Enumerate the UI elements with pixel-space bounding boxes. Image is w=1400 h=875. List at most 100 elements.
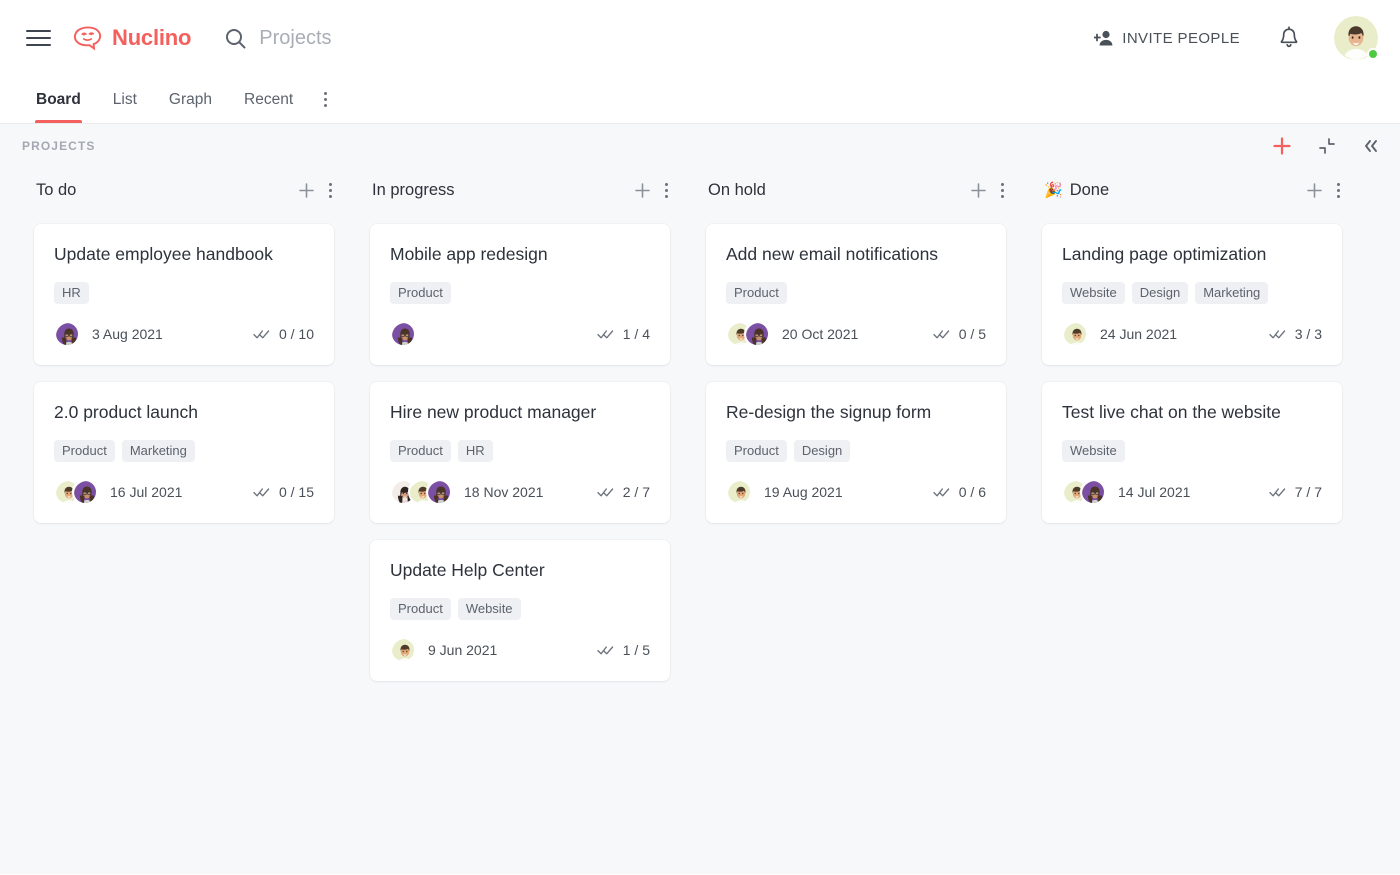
card-tag[interactable]: HR bbox=[54, 282, 89, 304]
assignee-avatar[interactable] bbox=[1080, 479, 1106, 505]
card-tags: Product bbox=[390, 282, 650, 304]
double-check-icon bbox=[933, 328, 950, 340]
column-more-options-icon[interactable] bbox=[665, 183, 668, 198]
card-tag[interactable]: Website bbox=[458, 598, 521, 620]
card-tag[interactable]: Website bbox=[1062, 440, 1125, 462]
board-card[interactable]: Hire new product manager Product HR bbox=[370, 382, 670, 523]
assignee-avatar[interactable] bbox=[72, 479, 98, 505]
card-tag[interactable]: Website bbox=[1062, 282, 1125, 304]
collapse-all-button[interactable] bbox=[1318, 137, 1336, 155]
card-tag[interactable]: Marketing bbox=[122, 440, 195, 462]
card-tag[interactable]: Design bbox=[1132, 282, 1188, 304]
assignee-avatar[interactable] bbox=[390, 637, 416, 663]
column-header: On hold bbox=[706, 168, 1006, 212]
search-bar[interactable] bbox=[225, 26, 1094, 51]
card-tag[interactable]: Product bbox=[390, 598, 451, 620]
card-tags: Product HR bbox=[390, 440, 650, 462]
card-footer: 14 Jul 2021 7 / 7 bbox=[1062, 479, 1322, 505]
card-tags: Product Marketing bbox=[54, 440, 314, 462]
column-cards: Update employee handbook HR 3 Aug 2021 0… bbox=[34, 224, 334, 523]
card-task-progress: 3 / 3 bbox=[1269, 326, 1322, 342]
card-assignee-avatars bbox=[390, 637, 416, 663]
add-card-button[interactable] bbox=[1306, 182, 1323, 199]
card-tags: Product Design bbox=[726, 440, 986, 462]
column-more-options-icon[interactable] bbox=[1337, 183, 1340, 198]
card-assignee-avatars bbox=[390, 479, 452, 505]
card-tag[interactable]: Product bbox=[726, 282, 787, 304]
board-card[interactable]: Update employee handbook HR 3 Aug 2021 0… bbox=[34, 224, 334, 365]
card-date: 24 Jun 2021 bbox=[1100, 326, 1177, 342]
tab-board[interactable]: Board bbox=[20, 76, 97, 123]
card-title: Hire new product manager bbox=[390, 402, 650, 424]
bell-icon[interactable] bbox=[1278, 26, 1300, 50]
brand-logo-link[interactable]: Nuclino bbox=[72, 25, 191, 51]
invite-people-button[interactable]: INVITE PEOPLE bbox=[1094, 29, 1240, 47]
card-assignee-avatars bbox=[1062, 321, 1088, 347]
card-task-count: 7 / 7 bbox=[1295, 484, 1322, 500]
board-column-in-progress: In progress Mobile app redesign Product bbox=[352, 168, 688, 698]
card-title: Re-design the signup form bbox=[726, 402, 986, 424]
card-tag[interactable]: Product bbox=[726, 440, 787, 462]
add-card-button[interactable] bbox=[298, 182, 315, 199]
add-item-button[interactable] bbox=[1272, 136, 1292, 156]
assignee-avatar[interactable] bbox=[1062, 321, 1088, 347]
search-input[interactable] bbox=[257, 26, 737, 51]
card-task-count: 2 / 7 bbox=[623, 484, 650, 500]
card-tag[interactable]: Marketing bbox=[1195, 282, 1268, 304]
presence-online-indicator bbox=[1367, 48, 1379, 60]
column-actions bbox=[634, 182, 668, 199]
column-more-options-icon[interactable] bbox=[1001, 183, 1004, 198]
card-tag[interactable]: HR bbox=[458, 440, 493, 462]
add-card-button[interactable] bbox=[634, 182, 651, 199]
board-card[interactable]: 2.0 product launch ProductMarketing 16 J… bbox=[34, 382, 334, 523]
hamburger-menu-icon[interactable] bbox=[26, 25, 52, 51]
assignee-avatar[interactable] bbox=[426, 479, 452, 505]
card-footer: 9 Jun 2021 1 / 5 bbox=[390, 637, 650, 663]
double-check-icon bbox=[597, 486, 614, 498]
board-area: PROJECTS bbox=[0, 124, 1400, 874]
double-check-icon bbox=[933, 486, 950, 498]
card-task-count: 0 / 6 bbox=[959, 484, 986, 500]
assignee-avatar[interactable] bbox=[390, 321, 416, 347]
column-emoji-icon: 🎉 bbox=[1044, 183, 1063, 198]
card-footer: 18 Nov 2021 2 / 7 bbox=[390, 479, 650, 505]
add-card-button[interactable] bbox=[970, 182, 987, 199]
card-footer: 3 Aug 2021 0 / 10 bbox=[54, 321, 314, 347]
card-task-progress: 1 / 5 bbox=[597, 642, 650, 658]
tab-list[interactable]: List bbox=[97, 76, 153, 123]
card-tag[interactable]: Product bbox=[390, 440, 451, 462]
board-card[interactable]: Landing page optimization WebsiteDesignM… bbox=[1042, 224, 1342, 365]
hide-sidebar-button[interactable] bbox=[1362, 138, 1380, 154]
more-options-icon[interactable] bbox=[311, 80, 339, 120]
tab-recent-label: Recent bbox=[244, 91, 293, 109]
card-date: 3 Aug 2021 bbox=[92, 326, 163, 342]
column-cards: Landing page optimization WebsiteDesignM… bbox=[1042, 224, 1342, 523]
card-task-count: 0 / 15 bbox=[279, 484, 314, 500]
tab-graph-label: Graph bbox=[169, 91, 212, 109]
tab-recent[interactable]: Recent bbox=[228, 76, 309, 123]
board-card[interactable]: Add new email notifications Product 20 O… bbox=[706, 224, 1006, 365]
column-label: On hold bbox=[708, 181, 766, 200]
assignee-avatar[interactable] bbox=[726, 479, 752, 505]
tab-graph[interactable]: Graph bbox=[153, 76, 228, 123]
card-task-progress: 7 / 7 bbox=[1269, 484, 1322, 500]
user-avatar[interactable] bbox=[1334, 16, 1378, 60]
board-card[interactable]: Test live chat on the website Website 14… bbox=[1042, 382, 1342, 523]
column-more-options-icon[interactable] bbox=[329, 183, 332, 198]
card-tag[interactable]: Design bbox=[794, 440, 850, 462]
assignee-avatar[interactable] bbox=[54, 321, 80, 347]
card-title: Test live chat on the website bbox=[1062, 402, 1322, 424]
card-date: 9 Jun 2021 bbox=[428, 642, 497, 658]
board-column-on-hold: On hold Add new email notifications Prod… bbox=[688, 168, 1024, 540]
card-tag[interactable]: Product bbox=[390, 282, 451, 304]
board-card[interactable]: Re-design the signup form ProductDesign … bbox=[706, 382, 1006, 523]
card-task-progress: 0 / 10 bbox=[253, 326, 314, 342]
card-title: Update Help Center bbox=[390, 560, 650, 582]
board-card[interactable]: Mobile app redesign Product 1 / 4 bbox=[370, 224, 670, 365]
board-card[interactable]: Update Help Center Product Website 9 Jun … bbox=[370, 540, 670, 681]
invite-people-label: INVITE PEOPLE bbox=[1122, 30, 1240, 47]
card-tag[interactable]: Product bbox=[54, 440, 115, 462]
card-footer: 20 Oct 2021 0 / 5 bbox=[726, 321, 986, 347]
assignee-avatar[interactable] bbox=[744, 321, 770, 347]
board-actions bbox=[1272, 136, 1380, 156]
